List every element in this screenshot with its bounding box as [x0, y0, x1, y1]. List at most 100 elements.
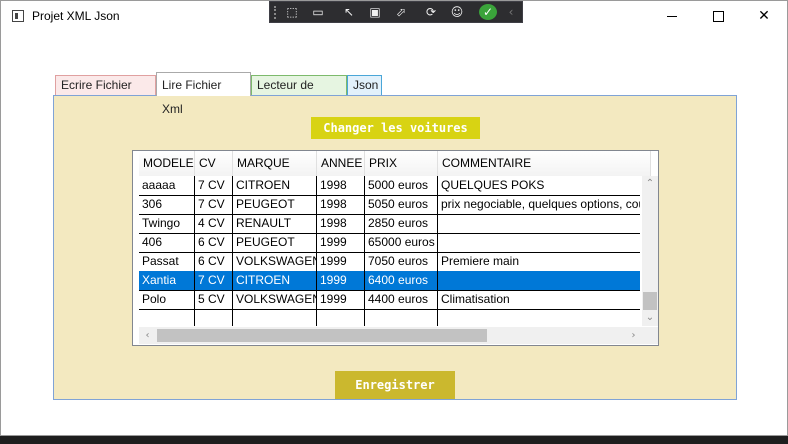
- column-header-annee[interactable]: ANNEE: [317, 151, 365, 176]
- hot-reload-icon[interactable]: ⟳: [422, 4, 440, 20]
- vertical-scrollbar[interactable]: ⌃ ⌄: [642, 176, 658, 326]
- cell-commentaire[interactable]: QUELQUES POKS: [438, 176, 640, 195]
- change-cars-button[interactable]: Changer les voitures: [311, 117, 480, 139]
- column-header-modele[interactable]: MODELE: [139, 151, 195, 176]
- app-window: Projet XML Json ✕ ⬚ ▭ ↖ ▣ ⬀ ⟳ ☺ ✓ ‹ Ecri…: [0, 0, 788, 436]
- cell-annee[interactable]: 1998: [317, 176, 365, 195]
- maximize-button[interactable]: [695, 1, 741, 32]
- grid-body: aaaaa 7 CV CITROEN 1998 5000 euros QUELQ…: [139, 176, 640, 326]
- cell-cv[interactable]: 7 CV: [195, 195, 233, 214]
- cell-prix[interactable]: [365, 309, 438, 326]
- cell-marque[interactable]: CITROEN: [233, 176, 317, 195]
- cell-cv[interactable]: 7 CV: [195, 271, 233, 290]
- scrollbar-corner: [642, 327, 658, 344]
- cell-modele[interactable]: Polo: [139, 290, 195, 309]
- cell-cv[interactable]: 6 CV: [195, 252, 233, 271]
- cell-modele[interactable]: Twingo: [139, 214, 195, 233]
- video-icon[interactable]: ▭: [309, 4, 327, 20]
- inspect-icon[interactable]: ⬀: [392, 4, 410, 20]
- cell-annee[interactable]: 1999: [317, 252, 365, 271]
- table-row[interactable]: Polo 5 CV VOLKSWAGEN 1999 4400 euros Cli…: [139, 290, 640, 310]
- cell-commentaire[interactable]: Premiere main: [438, 252, 640, 271]
- cell-commentaire[interactable]: [438, 271, 640, 290]
- scroll-up-icon[interactable]: ⌃: [642, 176, 658, 192]
- minimize-button[interactable]: [649, 1, 695, 32]
- cell-marque[interactable]: PEUGEOT: [233, 233, 317, 252]
- minimize-icon: [667, 15, 677, 17]
- cell-annee[interactable]: [317, 309, 365, 326]
- cell-prix[interactable]: 65000 euros: [365, 233, 438, 252]
- cell-prix[interactable]: 7050 euros: [365, 252, 438, 271]
- maximize-icon: [712, 10, 724, 22]
- cell-annee[interactable]: 1999: [317, 290, 365, 309]
- tab-lire-fichier-xml[interactable]: Lire Fichier Xml: [156, 72, 251, 116]
- debug-toolbar: ⬚ ▭ ↖ ▣ ⬀ ⟳ ☺ ✓ ‹: [269, 1, 523, 23]
- cell-modele[interactable]: [139, 309, 195, 326]
- table-row-new[interactable]: [139, 309, 640, 326]
- horizontal-scroll-thumb[interactable]: [157, 329, 487, 342]
- tab-ecrire-fichier-xml[interactable]: Ecrire Fichier Xml: [55, 75, 156, 111]
- cell-prix[interactable]: 2850 euros: [365, 214, 438, 233]
- column-header-prix[interactable]: PRIX: [365, 151, 438, 176]
- cell-marque[interactable]: RENAULT: [233, 214, 317, 233]
- accessibility-icon[interactable]: ☺: [448, 4, 466, 20]
- cell-prix[interactable]: 5050 euros: [365, 195, 438, 214]
- column-header-commentaire[interactable]: COMMENTAIRE: [438, 151, 651, 176]
- cell-cv[interactable]: [195, 309, 233, 326]
- column-header-cv[interactable]: CV: [195, 151, 233, 176]
- horizontal-scrollbar[interactable]: ‹ ›: [139, 327, 642, 344]
- cell-annee[interactable]: 1998: [317, 195, 365, 214]
- table-row[interactable]: aaaaa 7 CV CITROEN 1998 5000 euros QUELQ…: [139, 176, 640, 196]
- cell-annee[interactable]: 1999: [317, 233, 365, 252]
- scroll-right-icon[interactable]: ›: [625, 327, 642, 344]
- cell-prix[interactable]: 5000 euros: [365, 176, 438, 195]
- cell-cv[interactable]: 5 CV: [195, 290, 233, 309]
- cell-marque[interactable]: PEUGEOT: [233, 195, 317, 214]
- check-icon[interactable]: ✓: [479, 4, 497, 20]
- cell-modele[interactable]: Xantia: [139, 271, 195, 290]
- cell-cv[interactable]: 4 CV: [195, 214, 233, 233]
- cell-marque[interactable]: CITROEN: [233, 271, 317, 290]
- cell-commentaire[interactable]: prix negociable, quelques options, cou: [438, 195, 640, 214]
- cars-data-grid[interactable]: MODELE CV MARQUE ANNEE PRIX COMMENTAIRE …: [132, 150, 659, 346]
- cell-commentaire[interactable]: Climatisation: [438, 290, 640, 309]
- grip-icon[interactable]: [274, 6, 280, 19]
- select-element-icon[interactable]: ⬚: [283, 4, 301, 20]
- app-icon: [12, 10, 24, 22]
- cell-marque[interactable]: VOLKSWAGEN: [233, 290, 317, 309]
- cell-commentaire[interactable]: [438, 309, 640, 326]
- cell-prix[interactable]: 4400 euros: [365, 290, 438, 309]
- cell-modele[interactable]: aaaaa: [139, 176, 195, 195]
- cell-modele[interactable]: 306: [139, 195, 195, 214]
- cell-annee[interactable]: 1998: [317, 214, 365, 233]
- tab-lecteur-de-texte[interactable]: Lecteur de texte: [251, 75, 347, 111]
- column-header-marque[interactable]: MARQUE: [233, 151, 317, 176]
- window-title: Projet XML Json: [32, 9, 120, 23]
- close-button[interactable]: ✕: [741, 1, 787, 32]
- table-row[interactable]: 406 6 CV PEUGEOT 1999 65000 euros: [139, 233, 640, 253]
- collapse-icon[interactable]: ‹: [502, 4, 520, 20]
- scroll-down-icon[interactable]: ⌄: [642, 310, 658, 326]
- cell-commentaire[interactable]: [438, 214, 640, 233]
- scroll-left-icon[interactable]: ‹: [139, 327, 156, 344]
- close-icon: ✕: [758, 8, 770, 24]
- tab-json[interactable]: Json: [347, 75, 382, 95]
- frame-icon[interactable]: ▣: [366, 4, 384, 20]
- cell-modele[interactable]: 406: [139, 233, 195, 252]
- save-button[interactable]: Enregistrer: [335, 371, 455, 399]
- grid-header: MODELE CV MARQUE ANNEE PRIX COMMENTAIRE: [139, 151, 651, 176]
- pointer-icon[interactable]: ↖: [340, 4, 358, 20]
- cell-commentaire[interactable]: [438, 233, 640, 252]
- cell-marque[interactable]: [233, 309, 317, 326]
- cell-annee[interactable]: 1999: [317, 271, 365, 290]
- cell-cv[interactable]: 6 CV: [195, 233, 233, 252]
- table-row[interactable]: Twingo 4 CV RENAULT 1998 2850 euros: [139, 214, 640, 234]
- table-row[interactable]: Passat 6 CV VOLKSWAGEN 1999 7050 euros P…: [139, 252, 640, 272]
- cell-marque[interactable]: VOLKSWAGEN: [233, 252, 317, 271]
- vertical-scroll-thumb[interactable]: [643, 292, 657, 310]
- cell-modele[interactable]: Passat: [139, 252, 195, 271]
- cell-cv[interactable]: 7 CV: [195, 176, 233, 195]
- table-row-selected[interactable]: Xantia 7 CV CITROEN 1999 6400 euros: [139, 271, 640, 291]
- table-row[interactable]: 306 7 CV PEUGEOT 1998 5050 euros prix ne…: [139, 195, 640, 215]
- cell-prix[interactable]: 6400 euros: [365, 271, 438, 290]
